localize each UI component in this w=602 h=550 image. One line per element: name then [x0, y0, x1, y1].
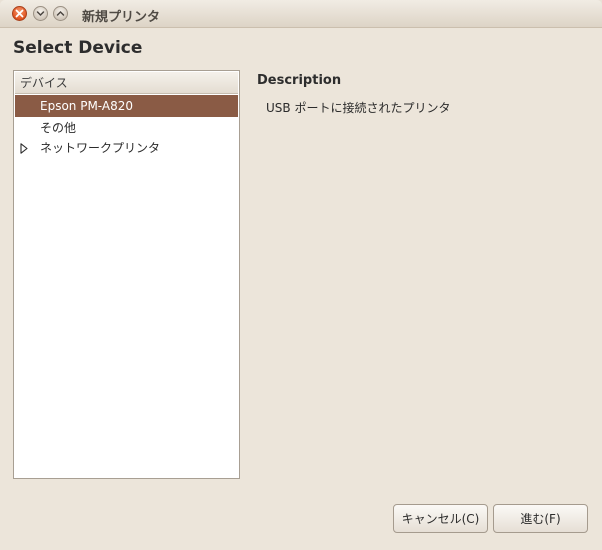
description-text: USB ポートに接続されたプリンタ	[266, 101, 451, 115]
close-window-button[interactable]	[12, 6, 27, 21]
description-title: Description	[257, 73, 342, 88]
expander-triangle-icon[interactable]	[20, 143, 28, 154]
forward-button[interactable]: 進む(F)	[493, 504, 588, 533]
device-item-label: ネットワークプリンタ	[40, 141, 161, 155]
device-item-network-printer[interactable]: ネットワークプリンタ	[15, 137, 238, 159]
maximize-window-button[interactable]	[53, 6, 68, 21]
device-list[interactable]: デバイス Epson PM-A820 その他 ネットワークプリンタ	[13, 70, 240, 479]
device-item-epson[interactable]: Epson PM-A820	[15, 95, 238, 117]
minimize-window-button[interactable]	[33, 6, 48, 21]
title-bar[interactable]: 新規プリンタ	[0, 0, 602, 28]
cancel-button[interactable]: キャンセル(C)	[393, 504, 488, 533]
close-icon	[15, 9, 24, 18]
page-title: Select Device	[13, 38, 143, 58]
chevron-down-icon	[36, 11, 45, 17]
device-item-label: その他	[40, 121, 77, 135]
device-column-header[interactable]: デバイス	[15, 72, 238, 94]
new-printer-dialog: 新規プリンタ Select Device デバイス Epson PM-A820 …	[0, 0, 602, 550]
chevron-up-icon	[56, 10, 65, 16]
device-item-label: Epson PM-A820	[40, 99, 133, 113]
window-title: 新規プリンタ	[82, 10, 161, 25]
device-item-other[interactable]: その他	[15, 117, 238, 139]
